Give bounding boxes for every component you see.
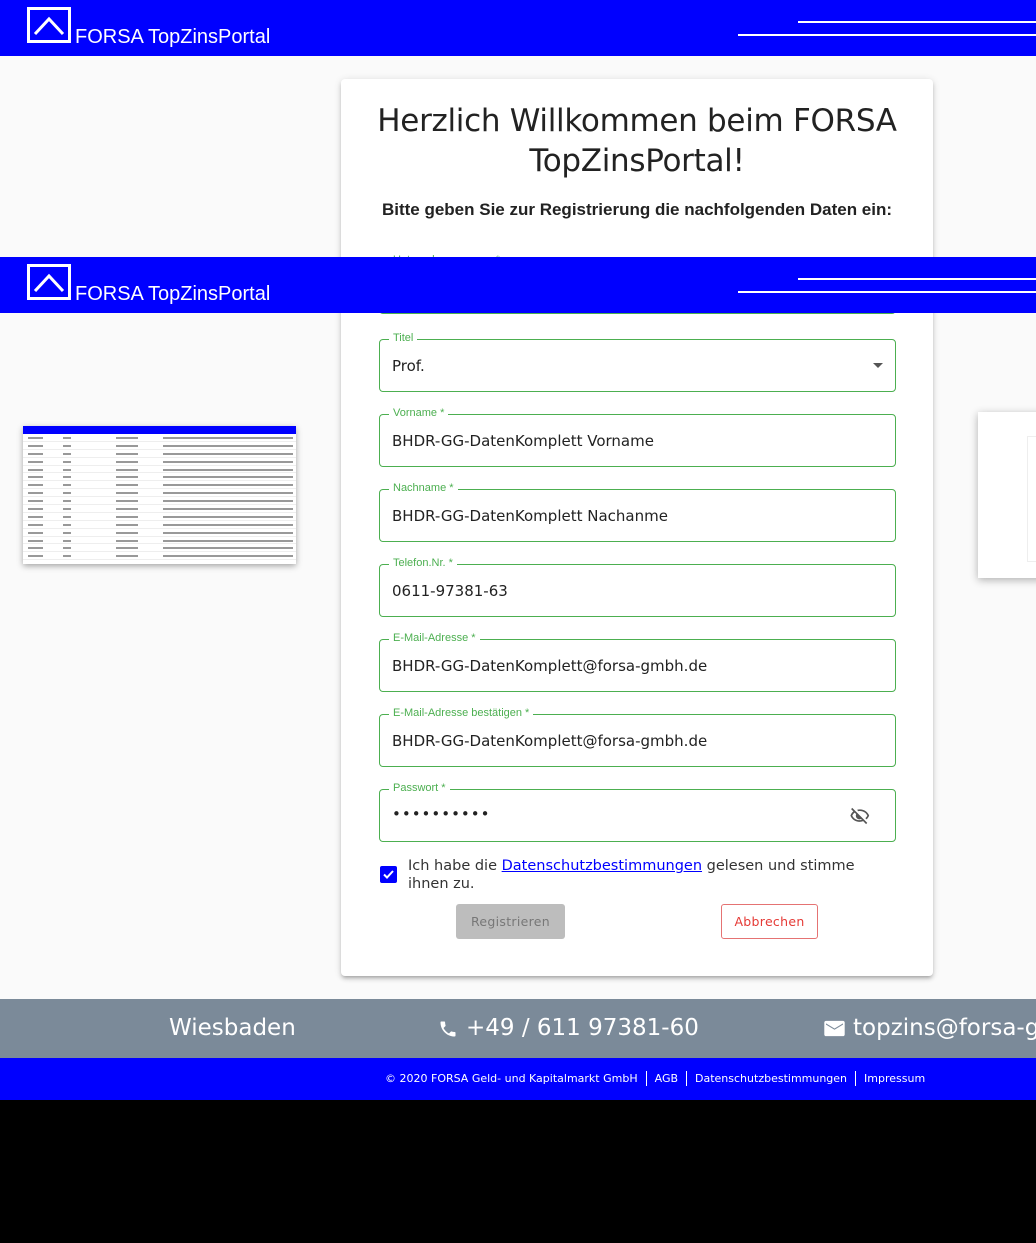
- visibility-off-icon[interactable]: [849, 806, 871, 831]
- preview-panel: [978, 412, 1036, 578]
- email-confirm-value[interactable]: BHDR-GG-DatenKomplett@forsa-gmbh.de: [392, 732, 707, 750]
- header-decoration-line: [738, 291, 1036, 293]
- firstname-field[interactable]: Vorname * BHDR-GG-DatenKomplett Vorname: [379, 407, 896, 467]
- mail-icon: [824, 1020, 845, 1042]
- footer-separator: [645, 1071, 647, 1086]
- cancel-button[interactable]: Abbrechen: [721, 904, 818, 939]
- footer-contact-bar: Wiesbaden +49 / 611 97381-60 topzins@for…: [0, 999, 1036, 1058]
- firstname-value[interactable]: BHDR-GG-DatenKomplett Vorname: [392, 432, 654, 450]
- table-preview-image: [23, 426, 296, 564]
- title-value[interactable]: Prof.: [392, 357, 425, 375]
- password-field[interactable]: Passwort * ••••••••••: [379, 782, 896, 842]
- lastname-field[interactable]: Nachname * BHDR-GG-DatenKomplett Nachanm…: [379, 482, 896, 542]
- register-button[interactable]: Registrieren: [456, 904, 565, 939]
- phone-field[interactable]: Telefon.Nr. * 0611-97381-63: [379, 557, 896, 617]
- footer-legal-bar: © 2020 FORSA Geld- und Kapitalmarkt GmbH…: [0, 1058, 1036, 1100]
- email-confirm-label: E-Mail-Adresse bestätigen *: [389, 707, 534, 719]
- brand-name[interactable]: FORSA TopZinsPortal: [75, 283, 270, 306]
- form-subtitle: Bitte geben Sie zur Registrierung die na…: [381, 200, 893, 219]
- page-title: Herzlich Willkommen beim FORSA TopZinsPo…: [377, 103, 897, 179]
- privacy-footer-link[interactable]: Datenschutzbestimmungen: [695, 1072, 847, 1085]
- dropdown-arrow-icon[interactable]: [873, 363, 883, 368]
- footer-links: © 2020 FORSA Geld- und Kapitalmarkt GmbH…: [385, 1071, 925, 1086]
- consent-checkbox[interactable]: [380, 866, 397, 883]
- top-header-overlay: FORSA TopZinsPortal: [0, 257, 1036, 313]
- imprint-link[interactable]: Impressum: [864, 1072, 925, 1085]
- agb-link[interactable]: AGB: [655, 1072, 678, 1085]
- lastname-label: Nachname *: [389, 482, 458, 494]
- consent-text: Ich habe die Datenschutzbestimmungen gel…: [408, 857, 878, 893]
- forsa-logo[interactable]: [27, 264, 71, 300]
- password-label: Passwort *: [389, 782, 450, 794]
- footer-separator: [855, 1071, 857, 1086]
- preview-table-header: [23, 426, 296, 434]
- title-label: Titel: [389, 332, 418, 344]
- email-field[interactable]: E-Mail-Adresse * BHDR-GG-DatenKomplett@f…: [379, 632, 896, 692]
- roof-logo-icon: [33, 16, 65, 36]
- top-header: FORSA TopZinsPortal: [0, 0, 1036, 56]
- footer-city: Wiesbaden: [169, 1015, 296, 1041]
- registration-card: Herzlich Willkommen beim FORSA TopZinsPo…: [341, 79, 933, 976]
- brand-name[interactable]: FORSA TopZinsPortal: [75, 26, 270, 49]
- preview-panel-inner: [1027, 436, 1036, 562]
- title-select[interactable]: Titel Prof.: [379, 332, 896, 392]
- footer-phone[interactable]: +49 / 611 97381-60: [466, 1015, 699, 1041]
- copyright-text: © 2020 FORSA Geld- und Kapitalmarkt GmbH: [385, 1071, 638, 1085]
- footer-email[interactable]: topzins@forsa-gm: [853, 1015, 1036, 1041]
- email-label: E-Mail-Adresse *: [389, 632, 480, 644]
- roof-logo-icon: [33, 273, 65, 293]
- email-confirm-field[interactable]: E-Mail-Adresse bestätigen * BHDR-GG-Date…: [379, 707, 896, 767]
- header-decoration-line: [738, 34, 1036, 36]
- lastname-value[interactable]: BHDR-GG-DatenKomplett Nachanme: [392, 507, 668, 525]
- phone-label: Telefon.Nr. *: [389, 557, 457, 569]
- phone-icon: [438, 1019, 458, 1044]
- checkmark-icon: [383, 870, 394, 879]
- firstname-label: Vorname *: [389, 407, 449, 419]
- forsa-logo[interactable]: [27, 7, 71, 43]
- privacy-link[interactable]: Datenschutzbestimmungen: [502, 858, 702, 874]
- header-decoration-line: [798, 21, 1036, 23]
- page-background: FORSA TopZinsPortal Herzlich Willkommen …: [0, 0, 1036, 1100]
- header-decoration-line: [798, 278, 1036, 280]
- password-value[interactable]: ••••••••••: [392, 805, 490, 823]
- consent-prefix: Ich habe die: [408, 858, 502, 874]
- email-value[interactable]: BHDR-GG-DatenKomplett@forsa-gmbh.de: [392, 657, 707, 675]
- phone-value[interactable]: 0611-97381-63: [392, 582, 508, 600]
- footer-separator: [686, 1071, 688, 1086]
